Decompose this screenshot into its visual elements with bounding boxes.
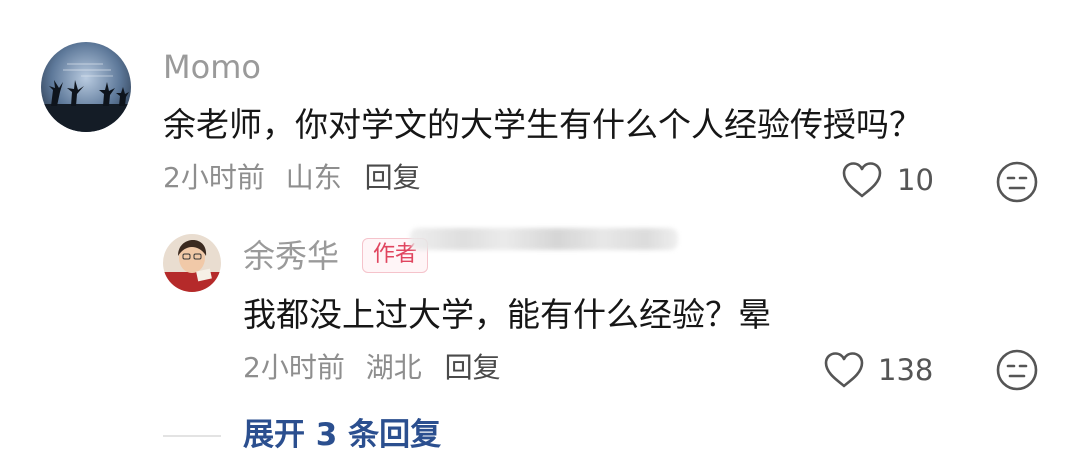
blurred-content xyxy=(410,228,678,250)
reply-time: 2小时前 xyxy=(243,351,345,384)
comment-location: 山东 xyxy=(285,161,342,194)
comment-username[interactable]: Momo xyxy=(163,51,261,83)
heart-outline-icon[interactable] xyxy=(840,160,884,200)
reply-meta: 2小时前 湖北 回复 xyxy=(243,354,501,382)
reply-reply-button[interactable]: 回复 xyxy=(445,351,501,384)
reply-location: 湖北 xyxy=(365,351,422,384)
reply-like-count: 138 xyxy=(878,353,934,387)
meh-face-icon[interactable] xyxy=(995,160,1039,204)
expand-divider xyxy=(163,435,221,437)
comment-meta: 2小时前 山东 回复 xyxy=(163,164,421,192)
reply-avatar[interactable] xyxy=(163,234,221,292)
comment-text: 余老师，你对学文的大学生有什么个人经验传授吗？ xyxy=(163,105,922,144)
reply-avatar-image xyxy=(163,234,221,292)
expand-replies-button[interactable]: 展开 3 条回复 xyxy=(243,420,441,451)
comment-time: 2小时前 xyxy=(163,161,265,194)
comment-like-count: 10 xyxy=(897,163,934,197)
avatar[interactable] xyxy=(41,42,131,132)
comment-reply-button[interactable]: 回复 xyxy=(365,161,421,194)
heart-outline-icon[interactable] xyxy=(822,350,866,390)
avatar-image xyxy=(41,42,131,132)
meh-face-icon[interactable] xyxy=(995,348,1039,392)
reply-username[interactable]: 余秀华 xyxy=(243,240,339,272)
reply-text: 我都没上过大学，能有什么经验？晕 xyxy=(243,295,771,334)
